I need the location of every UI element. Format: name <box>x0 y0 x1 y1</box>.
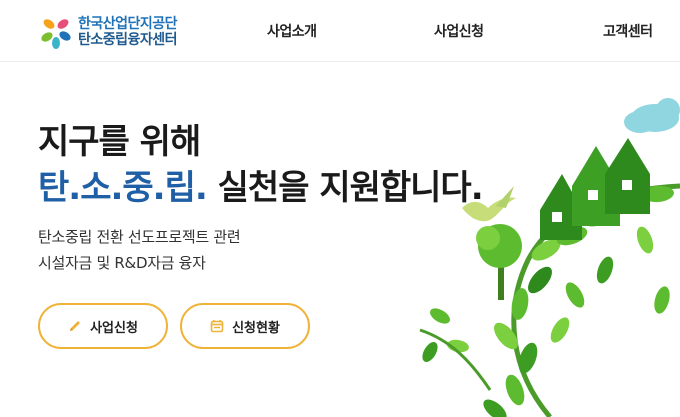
calendar-icon <box>210 320 224 333</box>
apply-button-label: 사업신청 <box>90 320 138 336</box>
kicox-logo-icon <box>41 19 71 49</box>
bird-icon <box>462 186 516 222</box>
site-header: 한국산업단지공단 탄소중립융자센터 사업소개 사업신청 고객센터 <box>0 0 680 62</box>
nav-item-business-intro[interactable]: 사업소개 <box>267 21 317 41</box>
house-icons <box>540 138 650 240</box>
nav-item-business-apply[interactable]: 사업신청 <box>434 21 484 41</box>
cloud-icon <box>624 98 680 133</box>
apply-button[interactable]: 사업신청 <box>38 303 168 349</box>
nav-item-customer-center[interactable]: 고객센터 <box>603 21 653 41</box>
hero-title-accent: 탄.소.중.립. <box>38 168 208 208</box>
hero-description: 탄소중립 전환 선도프로젝트 관련 시설자금 및 R&D자금 융자 <box>38 224 241 276</box>
pencil-icon <box>70 321 81 331</box>
site-logo[interactable]: 한국산업단지공단 탄소중립융자센터 <box>38 14 178 50</box>
hero-title-line1: 지구를 위해 <box>38 122 201 162</box>
application-status-button[interactable]: 신청현황 <box>180 303 310 349</box>
eco-earth-illustration <box>419 98 680 417</box>
hero-description-line2: 시설자금 및 R&D자금 융자 <box>38 254 206 272</box>
hero-description-line1: 탄소중립 전환 선도프로젝트 관련 <box>38 228 241 246</box>
status-button-label: 신청현황 <box>232 320 280 336</box>
tree-icon <box>476 224 522 300</box>
logo-org-name: 한국산업단지공단 <box>78 16 178 32</box>
logo-center-name: 탄소중립융자센터 <box>78 32 178 48</box>
